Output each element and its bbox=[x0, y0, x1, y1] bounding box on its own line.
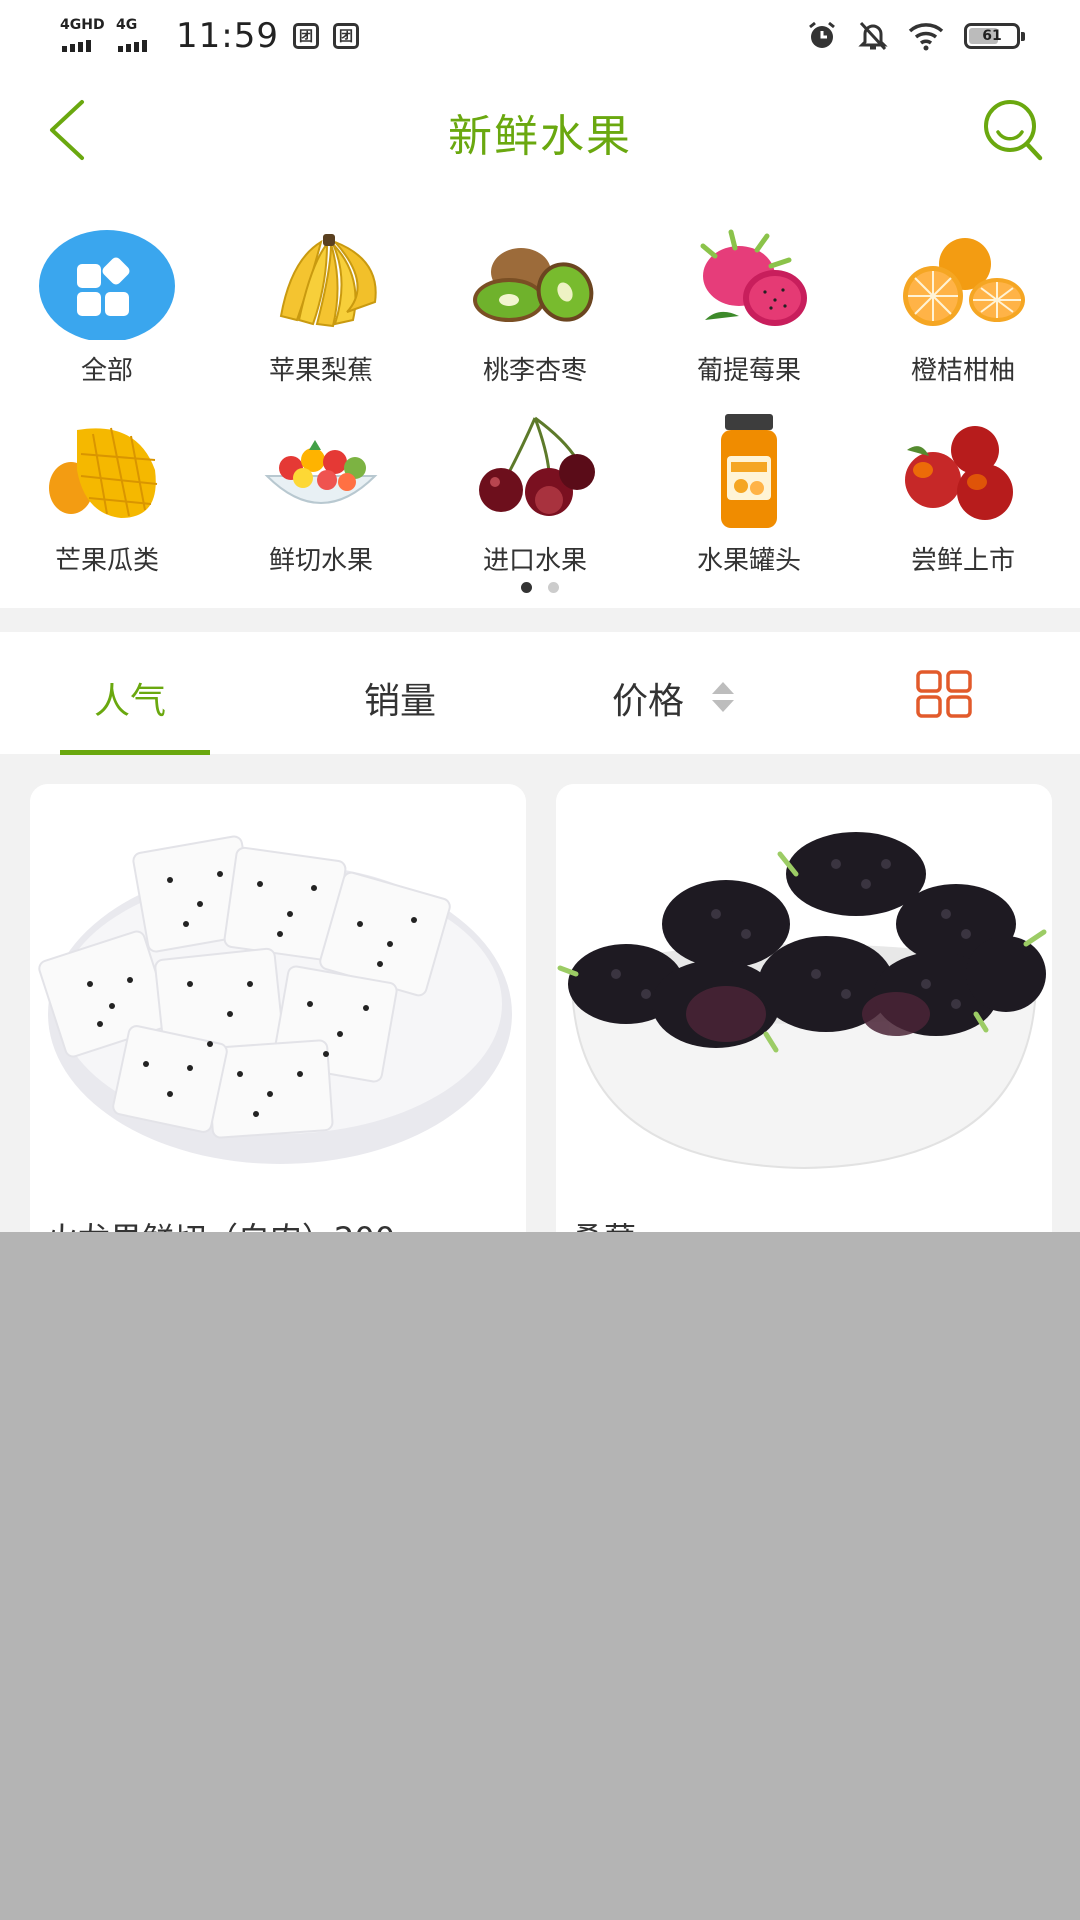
alarm-icon bbox=[809, 21, 835, 48]
category-apple-pear-banana[interactable]: 苹果梨蕉 bbox=[214, 190, 428, 386]
top-nav-bar: 新鲜水果 bbox=[0, 72, 1080, 190]
search-icon[interactable] bbox=[978, 94, 1050, 166]
status-bar: 4GHD 4G 11:59 团 团 61 bbox=[0, 0, 1080, 72]
category-label: 尝鲜上市 bbox=[910, 546, 1015, 576]
kiwi-icon bbox=[473, 248, 594, 322]
grid-view-icon[interactable] bbox=[916, 670, 972, 718]
category-label: 水果罐头 bbox=[696, 546, 801, 576]
sort-popular-tab[interactable]: 人气 bbox=[94, 672, 166, 724]
category-canned[interactable]: 水果罐头 bbox=[642, 380, 856, 576]
product-name: 桑葚 bbox=[572, 1214, 636, 1232]
product-image-mulberry bbox=[556, 784, 1052, 1196]
battery-icon: 61 bbox=[964, 23, 1025, 49]
status-time: 11:59 bbox=[176, 16, 279, 56]
signal-4g-icon: 4G bbox=[116, 16, 158, 56]
category-all[interactable]: 全部 bbox=[0, 190, 214, 386]
sort-sales-tab[interactable]: 销量 bbox=[364, 672, 436, 724]
product-card[interactable]: 火龙果鲜切（白肉）200g bbox=[30, 784, 526, 1232]
category-grid: 全部 苹果梨蕉 桃李杏枣 葡提莓果 橙桔柑柚 芒果瓜类 鲜切水果 进口水果 水果… bbox=[0, 190, 1080, 608]
product-image-dragon-fruit bbox=[30, 784, 526, 1196]
category-label: 芒果瓜类 bbox=[54, 546, 159, 576]
category-peach-plum[interactable]: 桃李杏枣 bbox=[428, 190, 642, 386]
product-name: 火龙果鲜切（白肉）200g bbox=[46, 1214, 415, 1232]
nectarine-icon bbox=[905, 426, 1013, 520]
orange-icon bbox=[903, 238, 1025, 326]
mango-icon bbox=[49, 427, 158, 518]
category-new-season[interactable]: 尝鲜上市 bbox=[856, 380, 1070, 576]
category-mango-melon[interactable]: 芒果瓜类 bbox=[0, 380, 214, 576]
wifi-icon bbox=[908, 23, 944, 51]
loading-overlay bbox=[0, 1232, 1080, 1920]
category-fresh-cut[interactable]: 鲜切水果 bbox=[214, 380, 428, 576]
app-screen: 4GHD 4G 11:59 团 团 61 新鲜水果 全部 苹果梨蕉 桃李杏枣 葡… bbox=[0, 0, 1080, 1232]
grid-icon bbox=[39, 230, 175, 340]
fruit-salad-icon bbox=[264, 440, 378, 504]
category-citrus[interactable]: 橙桔柑柚 bbox=[856, 190, 1070, 386]
jar-icon bbox=[721, 414, 777, 528]
category-imported[interactable]: 进口水果 bbox=[428, 380, 642, 576]
sort-bar: 人气 销量 价格 bbox=[0, 632, 1080, 755]
banana-icon bbox=[279, 234, 377, 328]
notification-app-icon: 团 bbox=[292, 23, 319, 49]
category-label: 鲜切水果 bbox=[268, 546, 373, 576]
category-label: 进口水果 bbox=[482, 546, 587, 576]
active-tab-indicator bbox=[60, 750, 210, 755]
page-title: 新鲜水果 bbox=[448, 111, 632, 162]
bell-muted-icon bbox=[858, 21, 888, 51]
dragon-fruit-icon bbox=[700, 229, 807, 326]
notification-app-icon: 团 bbox=[332, 23, 359, 49]
sort-arrows-icon bbox=[712, 682, 734, 712]
sort-price-tab[interactable]: 价格 bbox=[612, 672, 684, 724]
product-card[interactable]: 桑葚 bbox=[556, 784, 1052, 1232]
cherry-icon bbox=[479, 416, 595, 516]
category-grape-berry[interactable]: 葡提莓果 bbox=[642, 190, 856, 386]
signal-4ghd-icon: 4GHD bbox=[60, 16, 105, 56]
page-dot bbox=[548, 582, 559, 593]
page-dot-active bbox=[521, 582, 532, 593]
page-indicator bbox=[0, 582, 1080, 593]
